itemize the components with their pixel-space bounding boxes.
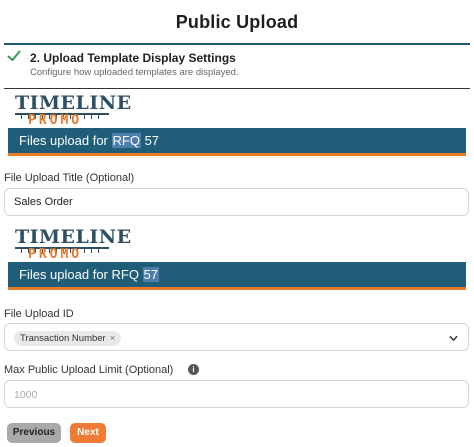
logo-word-promo: PROMO [28, 113, 83, 128]
next-button[interactable]: Next [70, 423, 106, 443]
banner-strip: Files upload for RFQ 57 [8, 262, 466, 290]
previous-button[interactable]: Previous [7, 423, 61, 443]
upload-limit-input[interactable]: 1000 [4, 380, 469, 408]
template-preview-top: TIMELINE PROMO Files upload for RFQ 57 [8, 92, 466, 158]
logo-word-timeline: TIMELINE [15, 92, 132, 114]
dialog-title: Public Upload [175, 12, 299, 32]
logo-word-timeline: TIMELINE [15, 226, 132, 248]
chevron-down-icon[interactable] [449, 334, 458, 343]
banner-text-end: 57 [140, 133, 160, 148]
upload-title-input[interactable]: Sales Order [4, 188, 469, 216]
transaction-number-chip: Transaction Number × [14, 331, 122, 346]
logo-word-promo: PROMO [28, 247, 83, 262]
checkmark-icon [7, 50, 21, 61]
banner-text-highlight: 57 [142, 267, 160, 282]
banner-text: Files upload for RFQ 57 [19, 267, 160, 282]
upload-limit-placeholder: 1000 [14, 389, 38, 401]
upload-id-select[interactable]: Transaction Number × [4, 323, 469, 351]
banner-text: Files upload for RFQ 57 [19, 133, 159, 148]
banner-strip: Files upload for RFQ 57 [8, 128, 466, 156]
upload-limit-label: Max Public Upload Limit (Optional) [4, 364, 174, 376]
upload-title-value: Sales Order [14, 196, 73, 208]
dialog-header: Public Upload [0, 0, 474, 44]
chip-label: Transaction Number [20, 333, 106, 344]
step-subtitle: Configure how uploaded templates are dis… [30, 67, 239, 78]
banner-text-highlight: RFQ [111, 133, 141, 148]
step-divider [4, 88, 470, 89]
info-icon[interactable]: i [188, 364, 199, 375]
banner-text-start: Files upload for RFQ [19, 267, 143, 282]
step-title: 2. Upload Template Display Settings [30, 51, 236, 65]
upload-id-label: File Upload ID [4, 308, 74, 320]
header-divider [4, 43, 470, 45]
step-section: 2. Upload Template Display Settings Conf… [0, 46, 474, 90]
timeline-promo-logo: TIMELINE PROMO [15, 226, 131, 262]
banner-text-start: Files upload for [19, 133, 112, 148]
template-preview-bottom: TIMELINE PROMO Files upload for RFQ 57 [8, 226, 466, 292]
chip-remove-icon[interactable]: × [110, 333, 116, 344]
upload-title-label: File Upload Title (Optional) [4, 172, 135, 184]
timeline-promo-logo: TIMELINE PROMO [15, 92, 131, 128]
